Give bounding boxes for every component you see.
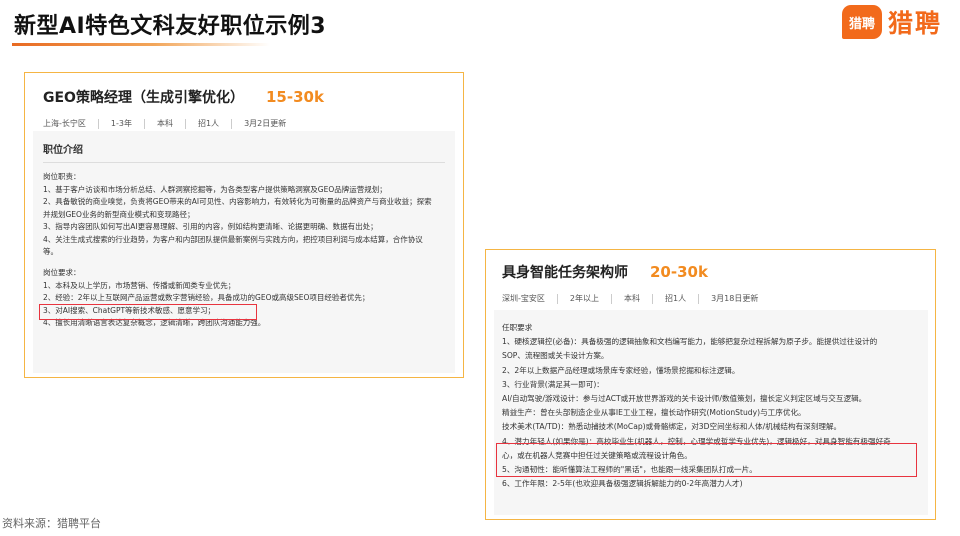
requirement-line: 2、经验：2年以上互联网产品运营或数字营销经验，具备成功的GEO或高级SEO项目… (43, 293, 370, 302)
highlight-box-education (39, 304, 257, 320)
job-title: 具身智能任务架构师 (502, 265, 628, 281)
job-updated: 3月18日更新 (698, 294, 770, 304)
job-card-geo-strategy-manager: GEO策略经理（生成引擎优化） 15-30k 上海-长宁区 1-3年 本科 招1… (24, 72, 464, 378)
job-education: 本科 (610, 294, 652, 304)
requirement-line: AI/自动驾驶/游戏设计：参与过ACT或开放世界游戏的关卡设计师/数值策划，擅长… (502, 394, 867, 404)
requirement-line: 2、2年以上数据产品经理或场景库专家经验，懂场景挖掘和标注逻辑。 (502, 365, 740, 375)
highlight-box-young-talent (496, 443, 917, 477)
requirement-line: 1、本科及以上学历，市场营销、传播或新闻类专业优先； (43, 280, 236, 290)
job-salary: 20-30k (650, 263, 708, 281)
job-card-embodied-ai-architect: 具身智能任务架构师 20-30k 深圳-宝安区 2年以上 本科 招1人 3月18… (485, 249, 936, 520)
job-experience: 2年以上 (556, 294, 611, 304)
duties-heading: 岗位职责： (43, 172, 81, 181)
job-description-panel: 任职要求 1、硬核逻辑控(必备)：具备极强的逻辑抽象和文档编写能力，能够把复杂过… (494, 310, 928, 515)
job-location: 深圳-宝安区 (502, 294, 545, 303)
job-title: GEO策略经理（生成引擎优化） (43, 90, 244, 106)
requirement-line: 1、硬核逻辑控(必备)：具备极强的逻辑抽象和文档编写能力，能够把复杂过程拆解为原… (502, 337, 878, 347)
requirement-line: 技术美术(TA/TD)：熟悉动捕技术(MoCap)或骨骼绑定，对3D空间坐标和人… (502, 422, 842, 432)
job-header: GEO策略经理（生成引擎优化） 15-30k (25, 73, 463, 107)
duty-line: 3、指导内容团队如何写出AI更容易理解、引用的内容，例如结构更清晰、论据更明确、… (43, 222, 378, 231)
divider (43, 162, 445, 163)
job-header: 具身智能任务架构师 20-30k (486, 250, 935, 282)
job-headcount: 招1人 (184, 119, 231, 129)
source-note: 资料来源：猎聘平台 (2, 517, 101, 530)
job-salary: 15-30k (265, 88, 324, 106)
job-meta: 深圳-宝安区 2年以上 本科 招1人 3月18日更新 (486, 282, 935, 304)
requirement-line: 精益生产：曾在头部制造企业从事IE工业工程，擅长动作研究(MotionStudy… (502, 408, 806, 418)
duty-line: 2、具备敏锐的商业嗅觉，负责将GEO带来的AI可见性、内容影响力，有效转化为可衡… (43, 197, 432, 206)
job-updated: 3月2日更新 (231, 119, 298, 129)
slide-title: 新型AI特色文科友好职位示例3 (14, 14, 327, 39)
duty-line: 4、关注生成式搜索的行业趋势，为客户和内部团队提供最新案例与实践方向，把控项目利… (43, 234, 423, 244)
title-underline (12, 43, 270, 46)
duty-line: 并规划GEO业务的新型商业模式和变现路径； (43, 209, 195, 219)
job-location: 上海-长宁区 (43, 119, 86, 128)
logo-text: 猎聘 (887, 9, 942, 38)
section-title: 职位介绍 (43, 145, 83, 156)
requirement-line: SOP、流程图或关卡设计方案。 (502, 351, 609, 361)
requirements-heading: 任职要求 (502, 323, 533, 332)
job-experience: 1-3年 (97, 119, 144, 129)
job-description-panel: 职位介绍 岗位职责： 1、基于客户访谈和市场分析总结、人群洞察挖掘等，为各类型客… (33, 131, 455, 373)
job-headcount: 招1人 (651, 294, 698, 304)
job-meta: 上海-长宁区 1-3年 本科 招1人 3月2日更新 (25, 107, 463, 129)
logo-badge-icon: 猎聘 (841, 5, 882, 39)
duty-line: 1、基于客户访谈和市场分析总结、人群洞察挖掘等，为各类型客户提供策略洞察及GEO… (43, 184, 387, 194)
requirements-heading: 岗位要求： (43, 268, 81, 277)
requirement-line: 3、行业背景(满足其一即可)： (502, 379, 604, 389)
liepin-logo: 猎聘 猎聘 (841, 4, 942, 40)
requirement-line: 6、工作年限：2-5年(也欢迎具备极强逻辑拆解能力的0-2年高潜力人才) (502, 479, 743, 489)
job-education: 本科 (143, 119, 185, 129)
duty-line: 等。 (43, 247, 58, 256)
